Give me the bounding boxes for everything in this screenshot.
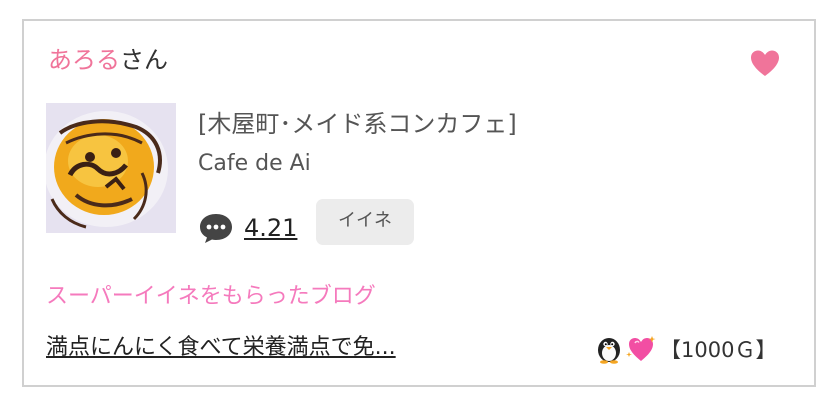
- omurice-image: [46, 103, 176, 233]
- section-title: スーパーイイネをもらったブログ: [46, 284, 376, 309]
- user-name-link[interactable]: あろる: [48, 46, 120, 74]
- shop-name-link[interactable]: Cafe de Ai: [198, 149, 311, 179]
- comment-icon: [200, 214, 232, 243]
- iine-button[interactable]: イイネ: [316, 199, 414, 245]
- user-suffix: さん: [120, 46, 168, 74]
- blog-title-link[interactable]: 満点にんにく食べて栄養満点で免...: [46, 333, 396, 363]
- blog-card: あろるさん [木屋町･メイド系コンカフェ] Cafe de Ai 4.21 イイ…: [22, 19, 816, 387]
- penguin-icon: [598, 338, 620, 364]
- rating-value[interactable]: 4.21: [244, 213, 297, 243]
- shop-genre: [木屋町･メイド系コンカフェ]: [198, 110, 517, 138]
- points-value: 【1000Ｇ】: [660, 338, 777, 362]
- user-line: あろるさん: [48, 45, 168, 75]
- heart-icon[interactable]: [750, 49, 780, 79]
- sparkling-heart-icon: [626, 336, 656, 361]
- badge-group: 【1000Ｇ】: [594, 333, 776, 365]
- shop-thumbnail[interactable]: [46, 103, 176, 233]
